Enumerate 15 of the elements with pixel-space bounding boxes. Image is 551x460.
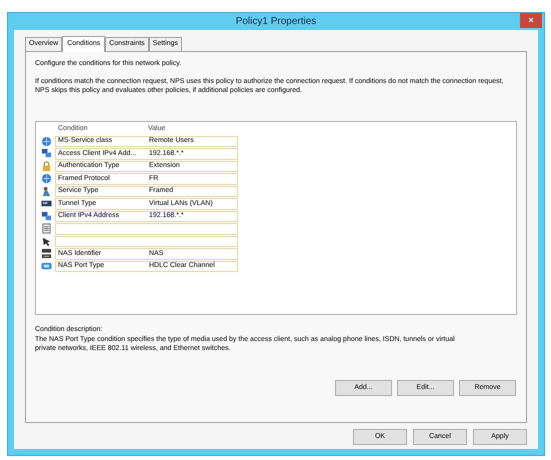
globe-icon (41, 136, 52, 147)
card-icon (41, 198, 52, 210)
server-icon (41, 248, 52, 260)
window-title: Policy1 Properties (236, 15, 316, 29)
person-icon (41, 186, 52, 197)
condition-row[interactable] (55, 223, 238, 234)
computer-icon (41, 148, 52, 160)
document-icon (41, 223, 52, 234)
condition-row[interactable] (55, 236, 238, 247)
close-button[interactable]: × (520, 13, 542, 28)
connector-icon (41, 260, 52, 272)
arrow-icon (41, 236, 52, 247)
globe-icon (41, 173, 52, 184)
computer-icon (41, 210, 52, 222)
lock-icon (41, 160, 52, 172)
